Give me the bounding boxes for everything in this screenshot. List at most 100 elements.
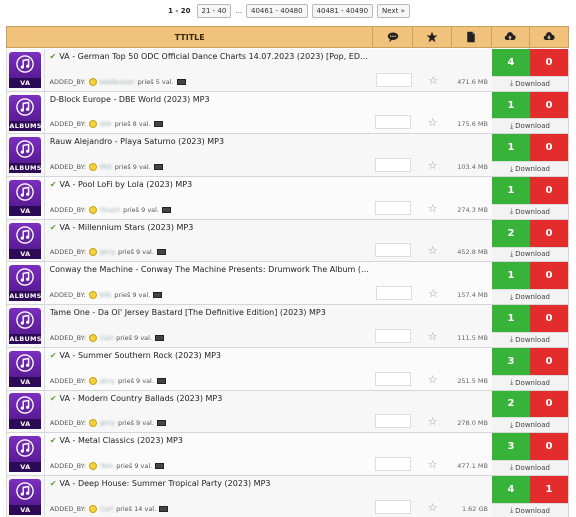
category-icon[interactable]: VA: [9, 478, 42, 515]
comments-box[interactable]: [375, 456, 412, 471]
download-button[interactable]: ⤓ Download: [491, 417, 568, 433]
category-cell[interactable]: ALBUMS: [7, 134, 45, 177]
category-icon[interactable]: ALBUMS: [9, 265, 41, 302]
torrent-name[interactable]: VA - German Top 50 ODC Official Dance Ch…: [59, 52, 369, 61]
torrent-title[interactable]: Rauw Alejandro - Playa Saturno (2023) MP…: [50, 137, 369, 146]
uploader-name[interactable]: blik: [100, 291, 112, 299]
torrent-name[interactable]: Rauw Alejandro - Playa Saturno (2023) MP…: [50, 137, 224, 146]
favorite-star-icon[interactable]: ☆: [428, 374, 438, 385]
torrent-name[interactable]: D-Block Europe - DBE World (2023) MP3: [50, 95, 210, 104]
category-icon[interactable]: VA: [9, 350, 42, 387]
comments-box[interactable]: [375, 499, 412, 514]
category-icon[interactable]: VA: [9, 222, 42, 259]
header-seeders[interactable]: [490, 27, 530, 47]
category-cell[interactable]: ALBUMS: [7, 91, 45, 134]
comments-box[interactable]: [375, 243, 412, 258]
uploader-name[interactable]: Phil: [100, 163, 112, 171]
header-title[interactable]: TTITLE: [7, 27, 372, 47]
download-button[interactable]: ⤓ Download: [491, 118, 568, 134]
category-cell[interactable]: VA: [7, 433, 45, 475]
category-cell[interactable]: VA: [7, 390, 45, 433]
uploader-name[interactable]: blik: [100, 120, 112, 128]
pagination-page-last[interactable]: 40481 - 40490: [311, 4, 374, 18]
favorite-star-icon[interactable]: ☆: [428, 117, 438, 128]
download-button[interactable]: ⤓ Download: [492, 289, 568, 305]
category-icon[interactable]: VA: [9, 179, 42, 216]
category-cell[interactable]: ALBUMS: [7, 305, 45, 347]
torrent-name[interactable]: VA - Millennium Stars (2023) MP3: [60, 223, 194, 232]
pagination-page-second-last[interactable]: 40461 - 40480: [246, 4, 308, 18]
comments-box[interactable]: [375, 158, 412, 173]
header-favorites[interactable]: [412, 27, 451, 47]
category-icon[interactable]: ALBUMS: [9, 307, 42, 344]
torrent-title[interactable]: ✔ VA - Millennium Stars (2023) MP3: [50, 223, 369, 232]
category-label: ALBUMS: [9, 333, 42, 344]
comments-box[interactable]: [375, 371, 412, 386]
download-button[interactable]: ⤓ Download: [491, 459, 568, 475]
header-size[interactable]: [450, 27, 491, 47]
favorite-star-icon[interactable]: ☆: [428, 160, 438, 171]
download-button[interactable]: ⤓ Download: [491, 161, 568, 177]
uploader-name[interactable]: jerry: [100, 419, 115, 427]
download-button[interactable]: ⤓ Download: [491, 203, 568, 219]
torrent-name[interactable]: VA - Summer Southern Rock (2023) MP3: [60, 351, 221, 360]
uploader-name[interactable]: Stuart: [100, 206, 120, 214]
header-leechers[interactable]: [529, 27, 568, 47]
download-button[interactable]: ⤓ Download: [491, 331, 568, 347]
category-cell[interactable]: VA: [7, 49, 45, 91]
category-icon[interactable]: VA: [9, 51, 42, 88]
torrent-name[interactable]: VA - Pool LoFi by Lola (2023) MP3: [60, 180, 193, 189]
favorite-star-icon[interactable]: ☆: [428, 203, 438, 214]
comments-box[interactable]: [376, 72, 413, 87]
torrent-name[interactable]: Conway the Machine - Conway The Machine …: [50, 265, 370, 274]
category-cell[interactable]: VA: [7, 219, 45, 262]
favorite-star-icon[interactable]: ☆: [428, 502, 438, 513]
download-button[interactable]: ⤓ Download: [491, 246, 568, 262]
favorite-star-icon[interactable]: ☆: [428, 245, 438, 256]
torrent-name[interactable]: VA - Metal Classics (2023) MP3: [60, 436, 183, 445]
download-icon: ⤓: [510, 463, 514, 472]
pagination-next[interactable]: Next »: [377, 4, 410, 18]
torrent-title[interactable]: D-Block Europe - DBE World (2023) MP3: [50, 95, 369, 104]
pagination-page-2[interactable]: 21 - 40: [196, 4, 232, 18]
comments-box[interactable]: [375, 200, 412, 215]
category-icon[interactable]: ALBUMS: [9, 94, 41, 131]
comments-box[interactable]: [375, 414, 412, 429]
uploader-name[interactable]: jerry: [100, 377, 115, 385]
torrent-title[interactable]: ✔ VA - Deep House: Summer Tropical Party …: [50, 479, 369, 488]
torrent-title[interactable]: ✔ VA - Metal Classics (2023) MP3: [50, 436, 369, 445]
favorite-star-icon[interactable]: ☆: [428, 331, 438, 342]
torrent-name[interactable]: VA - Deep House: Summer Tropical Party (…: [60, 479, 271, 488]
torrent-title[interactable]: Conway the Machine - Conway The Machine …: [50, 265, 370, 274]
download-button[interactable]: ⤓ Download: [491, 502, 568, 517]
torrent-title[interactable]: ✔ VA - Modern Country Ballads (2023) MP3: [50, 394, 369, 403]
category-cell[interactable]: ALBUMS: [7, 262, 45, 305]
favorite-star-icon[interactable]: ☆: [428, 75, 438, 86]
category-cell[interactable]: VA: [7, 347, 45, 390]
torrent-name[interactable]: Tame One - Da Ol' Jersey Bastard [The De…: [50, 308, 326, 317]
favorite-star-icon[interactable]: ☆: [428, 288, 438, 299]
category-icon[interactable]: ALBUMS: [9, 137, 41, 174]
uploader-name[interactable]: jerry: [100, 248, 115, 256]
torrent-title[interactable]: Tame One - Da Ol' Jersey Bastard [The De…: [50, 308, 369, 317]
category-icon[interactable]: VA: [9, 436, 42, 473]
uploader-name[interactable]: Carl: [100, 505, 113, 513]
torrent-title[interactable]: ✔ VA - Pool LoFi by Lola (2023) MP3: [50, 180, 369, 189]
uploader-name[interactable]: Carl: [100, 334, 113, 342]
download-button[interactable]: ⤓ Download: [492, 75, 568, 91]
download-button[interactable]: ⤓ Download: [491, 374, 568, 390]
category-icon[interactable]: VA: [9, 393, 42, 430]
comments-box[interactable]: [375, 115, 412, 130]
torrent-name[interactable]: VA - Modern Country Ballads (2023) MP3: [60, 394, 223, 403]
comments-box[interactable]: [375, 328, 412, 343]
torrent-title[interactable]: ✔ VA - Summer Southern Rock (2023) MP3: [50, 351, 369, 360]
header-comments[interactable]: [372, 27, 412, 47]
uploader-name[interactable]: bestbuster: [100, 78, 135, 86]
category-cell[interactable]: VA: [7, 475, 45, 517]
category-cell[interactable]: VA: [7, 177, 45, 219]
uploader-name[interactable]: Tom: [100, 462, 113, 470]
favorite-star-icon[interactable]: ☆: [428, 416, 438, 427]
comments-box[interactable]: [376, 286, 413, 301]
favorite-star-icon[interactable]: ☆: [428, 459, 438, 470]
torrent-title[interactable]: ✔ VA - German Top 50 ODC Official Dance C…: [50, 52, 370, 61]
